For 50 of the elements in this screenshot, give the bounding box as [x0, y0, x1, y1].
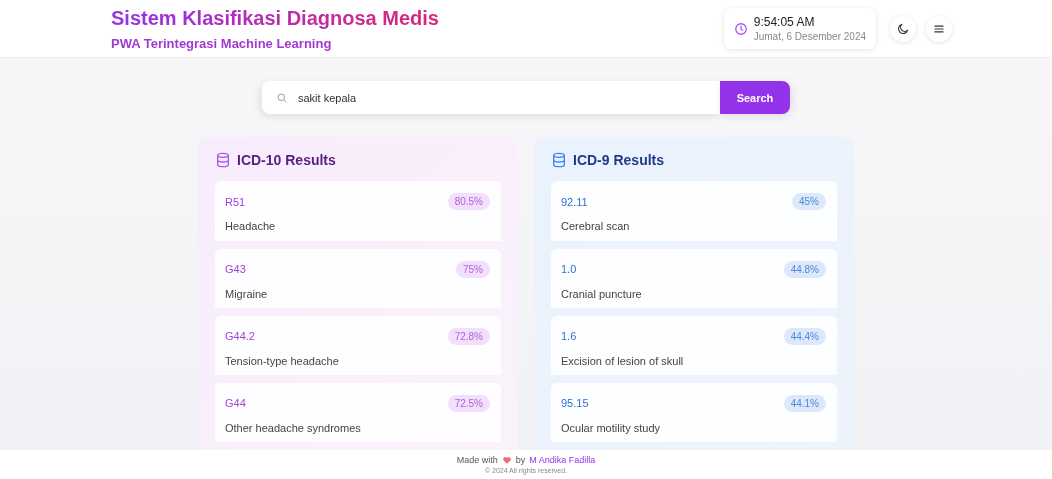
result-name: Cranial puncture — [561, 287, 643, 300]
search-button[interactable]: Search — [720, 81, 790, 114]
result-card[interactable]: 1.0 44.8% Cranial puncture — [551, 248, 837, 308]
result-name: Ocular motility study — [561, 421, 662, 434]
result-code: 95.15 — [561, 397, 589, 410]
search-icon — [276, 91, 288, 104]
dark-mode-button[interactable] — [890, 15, 916, 42]
score-badge: 44.1% — [783, 394, 826, 412]
result-card[interactable]: G43 75% Migraine — [215, 248, 501, 308]
app-subtitle: PWA Terintegrasi Machine Learning — [111, 35, 333, 51]
result-name: Excision of lesion of skull — [561, 354, 685, 367]
score-badge: 72.8% — [447, 327, 490, 345]
result-code: 1.0 — [561, 263, 577, 276]
score-badge: 75% — [456, 260, 490, 278]
clock-time: 9:54:05 AM — [753, 15, 816, 29]
result-code: G44.2 — [225, 330, 255, 343]
score-badge: 44.4% — [783, 327, 826, 345]
result-code: 1.6 — [561, 330, 577, 343]
result-code: G43 — [225, 263, 246, 276]
result-name: Headache — [225, 220, 277, 233]
score-badge: 45% — [792, 193, 826, 211]
result-card[interactable]: R51 80.5% Headache — [215, 181, 501, 241]
menu-button[interactable] — [926, 15, 952, 42]
moon-icon — [896, 21, 910, 36]
score-badge: 44.8% — [783, 260, 826, 278]
clock-icon — [733, 21, 748, 36]
clock-date: Jumat, 6 Desember 2024 — [753, 31, 866, 42]
result-code: 92.11 — [561, 196, 588, 208]
result-code: R51 — [225, 196, 246, 208]
result-card[interactable]: 1.6 44.4% Excision of lesion of skull — [551, 315, 837, 375]
search-field[interactable]: sakit kepala — [262, 81, 720, 114]
result-card[interactable]: 92.11 45% Cerebral scan — [551, 181, 837, 241]
score-badge: 80.5% — [447, 193, 490, 211]
database-icon — [215, 152, 231, 169]
result-name: Tension-type headache — [225, 354, 340, 367]
author-link[interactable]: M Andika Fadilla — [529, 455, 596, 465]
result-card[interactable]: G44 72.5% Other headache syndromes — [215, 382, 501, 442]
result-card[interactable]: G44.2 72.8% Tension-type headache — [215, 315, 501, 375]
result-name: Migraine — [225, 287, 269, 300]
footer-text: Made with — [456, 455, 498, 465]
result-name: Other headache syndromes — [225, 421, 362, 434]
result-code: G44 — [225, 397, 246, 410]
score-badge: 72.5% — [447, 394, 490, 412]
result-card[interactable]: 95.15 44.1% Ocular motility study — [551, 382, 837, 442]
panel-title: ICD-10 Results — [237, 152, 336, 169]
footer-text: by — [515, 455, 526, 465]
result-name: Cerebral scan — [561, 220, 631, 233]
heart-icon — [501, 455, 512, 465]
panel-title: ICD-9 Results — [573, 152, 665, 169]
database-icon — [551, 152, 567, 169]
